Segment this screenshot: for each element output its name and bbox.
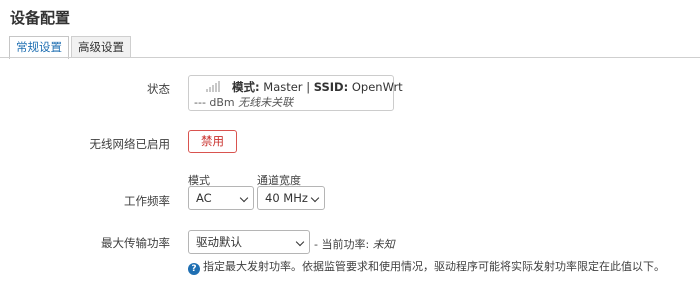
status-separator: | bbox=[306, 80, 311, 94]
chevron-down-icon bbox=[310, 193, 320, 203]
status-signal: --- dBm 无线未关联 bbox=[194, 94, 293, 110]
ssid-value: OpenWrt bbox=[351, 80, 403, 94]
mode-value: Master bbox=[263, 80, 303, 94]
tx-power-help: ? 指定最大发射功率。依据监管要求和使用情况，驱动程序可能将实际发射功率限定在此值… bbox=[188, 258, 665, 275]
channel-width-value: 40 MHz bbox=[265, 191, 308, 205]
page-title: 设备配置 bbox=[10, 9, 71, 27]
wireless-enabled-label: 无线网络已启用 bbox=[89, 137, 171, 151]
tab-divider bbox=[0, 57, 700, 58]
signal-dbm: --- dBm bbox=[194, 96, 235, 109]
tx-power-select[interactable]: 驱动默认 bbox=[188, 230, 310, 254]
association-status: 无线未关联 bbox=[238, 96, 294, 109]
tx-power-help-text: 指定最大发射功率。依据监管要求和使用情况，驱动程序可能将实际发射功率限定在此值以… bbox=[203, 260, 665, 273]
status-label: 状态 bbox=[147, 82, 170, 96]
tab-advanced-settings[interactable]: 高级设置 bbox=[71, 36, 131, 58]
tx-power-value: 驱动默认 bbox=[196, 235, 242, 249]
mode-select[interactable]: AC bbox=[188, 186, 254, 210]
question-icon: ? bbox=[188, 263, 200, 275]
current-power: - 当前功率: 未知 bbox=[314, 236, 395, 252]
current-power-value: 未知 bbox=[372, 238, 395, 251]
signal-strength-icon bbox=[206, 81, 220, 92]
status-box: 模式: Master | SSID: OpenWrt --- dBm 无线未关联 bbox=[188, 75, 403, 111]
ssid-key: SSID: bbox=[313, 80, 349, 94]
disable-button[interactable]: 禁用 bbox=[188, 130, 237, 153]
mode-key: 模式: bbox=[232, 80, 260, 94]
tx-power-label: 最大传输功率 bbox=[101, 236, 170, 250]
channel-width-select[interactable]: 40 MHz bbox=[257, 186, 325, 210]
current-power-prefix: - 当前功率: bbox=[314, 238, 370, 251]
frequency-label: 工作频率 bbox=[124, 194, 170, 208]
tab-general-settings[interactable]: 常规设置 bbox=[9, 36, 69, 59]
status-mode-ssid: 模式: Master | SSID: OpenWrt bbox=[232, 79, 403, 95]
mode-select-value: AC bbox=[196, 191, 212, 205]
chevron-down-icon bbox=[239, 193, 249, 203]
chevron-down-icon bbox=[295, 237, 305, 247]
